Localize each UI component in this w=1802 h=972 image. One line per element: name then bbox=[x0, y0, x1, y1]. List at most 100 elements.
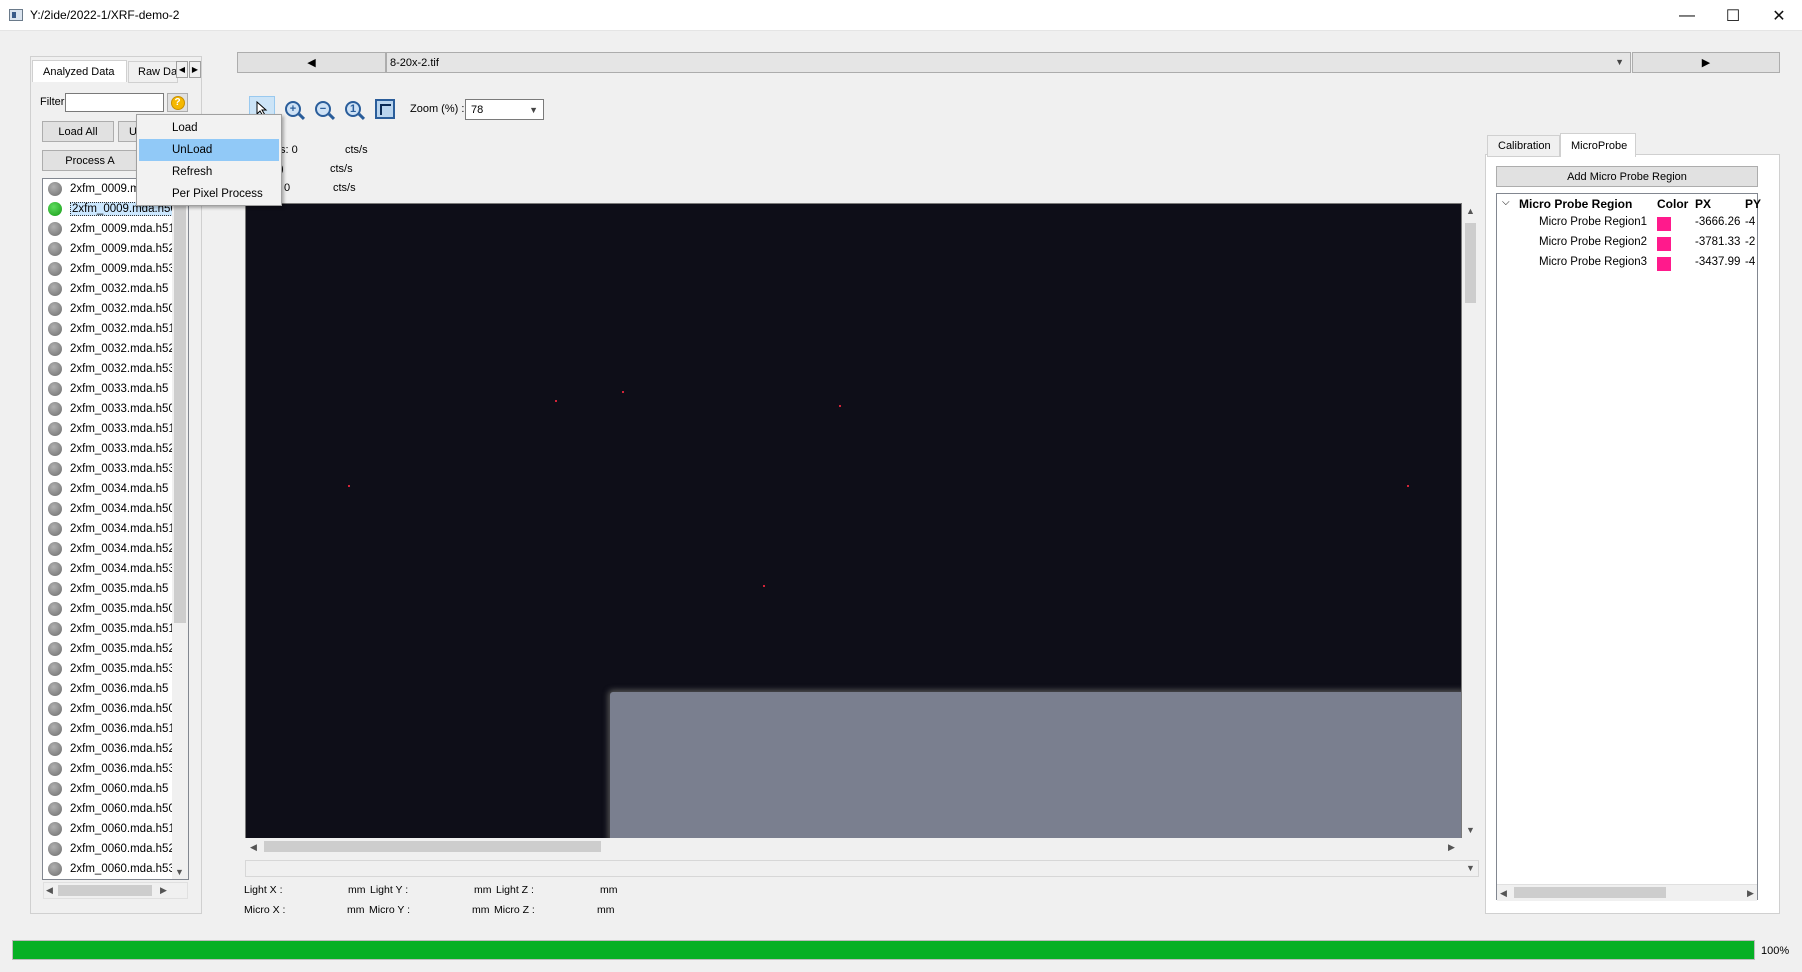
unload-all-button[interactable]: U bbox=[118, 121, 138, 142]
file-list-item[interactable]: 2xfm_0033.mda.h52 bbox=[43, 439, 188, 459]
file-list-item[interactable]: 2xfm_0060.mda.h53 bbox=[43, 859, 188, 879]
file-list-item[interactable]: 2xfm_0032.mda.h53 bbox=[43, 359, 188, 379]
scroll-left-icon[interactable]: ◀ bbox=[46, 885, 53, 896]
file-list-hscroll-thumb[interactable] bbox=[58, 885, 152, 896]
file-list-item[interactable]: 2xfm_0034.mda.h50 bbox=[43, 499, 188, 519]
unloaded-status-icon bbox=[48, 462, 62, 476]
scroll-right-icon[interactable]: ▶ bbox=[160, 885, 167, 896]
tab-raw-data[interactable]: Raw Da bbox=[128, 61, 178, 83]
file-list-item[interactable]: 2xfm_0033.mda.h5 bbox=[43, 379, 188, 399]
region-name[interactable]: Micro Probe Region2 bbox=[1539, 236, 1647, 248]
image-viewer[interactable] bbox=[245, 203, 1462, 839]
file-list-item[interactable]: 2xfm_0035.mda.h53 bbox=[43, 659, 188, 679]
zoom-value: 78 bbox=[471, 103, 484, 116]
image-select[interactable]: 8-20x-2.tif ▼ bbox=[386, 52, 1631, 73]
prev-image-button[interactable]: ◀ bbox=[237, 52, 386, 73]
zoom-select[interactable]: 78 ▼ bbox=[465, 99, 544, 120]
file-list-item[interactable]: 2xfm_0009.mda.h53 bbox=[43, 259, 188, 279]
file-list-item[interactable]: 2xfm_0036.mda.h5 bbox=[43, 679, 188, 699]
file-list-item[interactable]: 2xfm_0035.mda.h5 bbox=[43, 579, 188, 599]
file-list-item[interactable]: 2xfm_0009.mda.h51 bbox=[43, 219, 188, 239]
region-tree[interactable] bbox=[1496, 193, 1758, 900]
chevron-down-icon[interactable]: ⌵ bbox=[1502, 197, 1510, 208]
tab-scroll-left-icon[interactable]: ◀ bbox=[176, 61, 188, 78]
file-list-item[interactable]: 2xfm_0032.mda.h50 bbox=[43, 299, 188, 319]
file-list-item[interactable]: 2xfm_0060.mda.h51 bbox=[43, 819, 188, 839]
scroll-right-icon[interactable]: ▶ bbox=[1448, 842, 1455, 853]
region-color-swatch[interactable] bbox=[1657, 257, 1671, 271]
file-list-item[interactable]: 2xfm_0036.mda.h50 bbox=[43, 699, 188, 719]
zoom-reset-icon: 1 bbox=[345, 101, 361, 117]
file-list-item[interactable]: 2xfm_0033.mda.h51 bbox=[43, 419, 188, 439]
next-image-button[interactable]: ▶ bbox=[1632, 52, 1780, 73]
maximize-button[interactable]: ☐ bbox=[1710, 0, 1756, 31]
file-list-item[interactable]: 2xfm_0009.mda.h52 bbox=[43, 239, 188, 259]
tab-scroll-right-icon[interactable]: ▶ bbox=[189, 61, 201, 78]
tree-column-px: PX bbox=[1695, 197, 1712, 211]
help-button[interactable]: ? bbox=[167, 93, 188, 112]
tab-analyzed-data[interactable]: Analyzed Data bbox=[32, 60, 127, 82]
tab-calibration[interactable]: Calibration bbox=[1487, 135, 1560, 157]
file-list-item[interactable]: 2xfm_0060.mda.h50 bbox=[43, 799, 188, 819]
region-color-swatch[interactable] bbox=[1657, 237, 1671, 251]
file-list-item[interactable]: 2xfm_0034.mda.h52 bbox=[43, 539, 188, 559]
filter-input[interactable] bbox=[65, 93, 164, 112]
minimize-button[interactable]: — bbox=[1664, 0, 1710, 31]
zoom-out-button[interactable]: − bbox=[310, 96, 336, 122]
file-list-item[interactable]: 2xfm_0060.mda.h5 bbox=[43, 779, 188, 799]
file-list-item[interactable]: 2xfm_0035.mda.h51 bbox=[43, 619, 188, 639]
scroll-down-icon[interactable]: ▼ bbox=[1466, 825, 1475, 835]
chevron-down-icon[interactable]: ▼ bbox=[1466, 863, 1475, 873]
scroll-up-icon[interactable]: ▲ bbox=[1466, 206, 1475, 216]
menu-item-per-pixel-process[interactable]: Per Pixel Process bbox=[139, 183, 279, 205]
scroll-right-icon[interactable]: ▶ bbox=[1747, 888, 1754, 899]
scroll-down-icon[interactable]: ▼ bbox=[175, 867, 184, 877]
file-list-item[interactable]: 2xfm_0032.mda.h5 bbox=[43, 279, 188, 299]
image-speck bbox=[763, 585, 765, 587]
file-list-item[interactable]: 2xfm_0060.mda.h52 bbox=[43, 839, 188, 859]
file-list-item[interactable]: 2xfm_0036.mda.h51 bbox=[43, 719, 188, 739]
unloaded-status-icon bbox=[48, 442, 62, 456]
file-name: 2xfm_0034.mda.h51 bbox=[70, 523, 175, 535]
menu-item-unload[interactable]: UnLoad bbox=[139, 139, 279, 161]
file-list-item[interactable]: 2xfm_0036.mda.h52 bbox=[43, 739, 188, 759]
tab-microprobe[interactable]: MicroProbe bbox=[1560, 133, 1636, 157]
region-color-swatch[interactable] bbox=[1657, 217, 1671, 231]
tree-hscroll-thumb[interactable] bbox=[1514, 887, 1666, 898]
file-list-item[interactable]: 2xfm_0032.mda.h52 bbox=[43, 339, 188, 359]
menu-item-refresh[interactable]: Refresh bbox=[139, 161, 279, 183]
unloaded-status-icon bbox=[48, 262, 62, 276]
file-list[interactable]: 2xfm_0009.mda.h5 2xfm_0009.mda.h50 2xfm_00… bbox=[42, 178, 189, 880]
zoom-reset-button[interactable]: 1 bbox=[340, 96, 366, 122]
file-list-item[interactable]: 2xfm_0036.mda.h53 bbox=[43, 759, 188, 779]
file-list-item[interactable]: 2xfm_0034.mda.h51 bbox=[43, 519, 188, 539]
load-all-button[interactable]: Load All bbox=[42, 121, 114, 142]
file-list-item[interactable]: 2xfm_0034.mda.h53 bbox=[43, 559, 188, 579]
file-list-item[interactable]: 2xfm_0032.mda.h51 bbox=[43, 319, 188, 339]
file-name: 2xfm_0036.mda.h5 bbox=[70, 683, 169, 695]
file-list-item[interactable]: 2xfm_0033.mda.h50 bbox=[43, 399, 188, 419]
zoom-out-icon: − bbox=[315, 101, 331, 117]
fit-view-button[interactable] bbox=[372, 96, 398, 122]
file-list-item[interactable]: 2xfm_0035.mda.h52 bbox=[43, 639, 188, 659]
menu-item-load[interactable]: Load bbox=[139, 117, 279, 139]
image-speck bbox=[1407, 485, 1409, 487]
file-list-item[interactable]: 2xfm_0034.mda.h5 bbox=[43, 479, 188, 499]
file-list-scroll-thumb[interactable] bbox=[174, 199, 186, 623]
viewer-hscroll-thumb[interactable] bbox=[264, 841, 601, 852]
scroll-left-icon[interactable]: ◀ bbox=[250, 842, 257, 853]
process-all-button[interactable]: Process A bbox=[42, 150, 138, 171]
file-list-item[interactable]: 2xfm_0035.mda.h50 bbox=[43, 599, 188, 619]
add-region-button[interactable]: Add Micro Probe Region bbox=[1496, 166, 1758, 187]
viewer-scroll-thumb[interactable] bbox=[1465, 223, 1476, 303]
scroll-left-icon[interactable]: ◀ bbox=[1500, 888, 1507, 899]
zoom-in-button[interactable]: + bbox=[280, 96, 306, 122]
title-bar bbox=[0, 0, 1802, 31]
close-button[interactable]: ✕ bbox=[1756, 0, 1802, 31]
region-name[interactable]: Micro Probe Region1 bbox=[1539, 216, 1647, 228]
region-name[interactable]: Micro Probe Region3 bbox=[1539, 256, 1647, 268]
micro-x-label: Micro X : bbox=[244, 904, 286, 916]
unloaded-status-icon bbox=[48, 362, 62, 376]
chevron-down-icon: ▼ bbox=[1615, 57, 1624, 67]
file-list-item[interactable]: 2xfm_0033.mda.h53 bbox=[43, 459, 188, 479]
